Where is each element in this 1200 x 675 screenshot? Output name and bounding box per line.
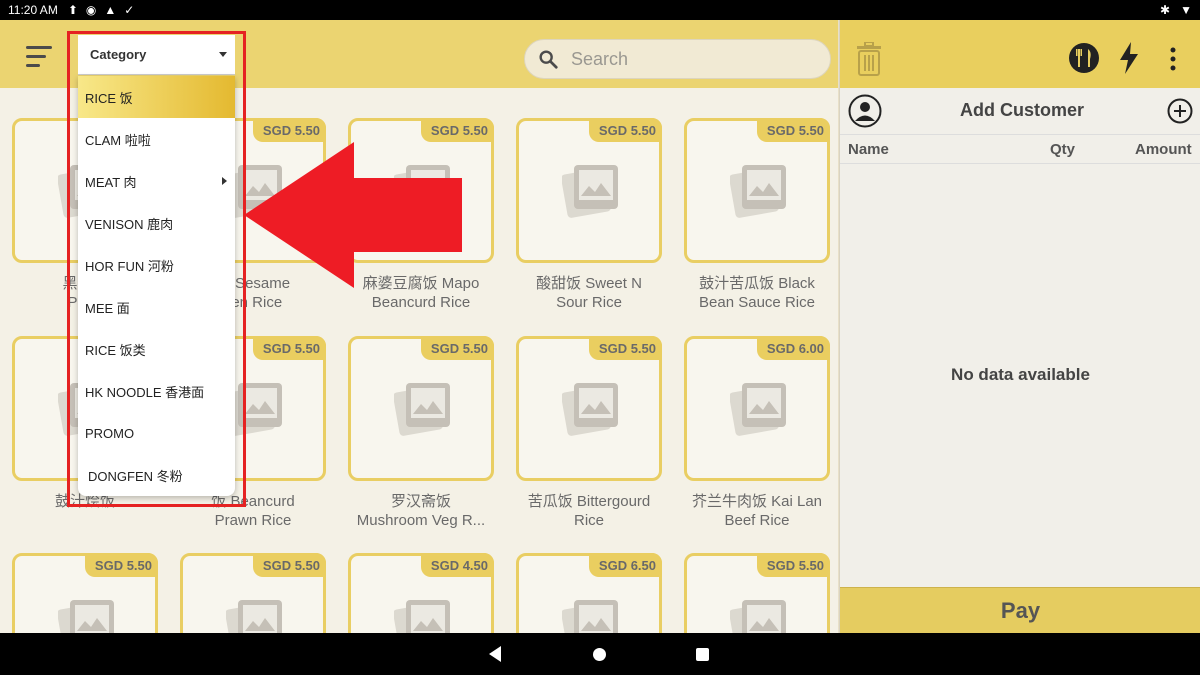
customer-row[interactable]: Add Customer bbox=[840, 88, 1200, 134]
upload-icon: ⬆ bbox=[67, 3, 78, 17]
category-select[interactable]: Category bbox=[78, 35, 235, 75]
category-option-label: HOR FUN 河粉 bbox=[85, 258, 174, 274]
home-icon[interactable] bbox=[593, 648, 606, 661]
category-option-label: PROMO bbox=[85, 425, 135, 441]
warning-icon: ▲ bbox=[104, 3, 117, 17]
add-customer-plus-icon[interactable] bbox=[1167, 98, 1193, 124]
status-time: 11:20 AM bbox=[8, 3, 58, 17]
category-option[interactable]: MEE 面 bbox=[78, 286, 235, 328]
lightning-icon[interactable] bbox=[1118, 42, 1140, 74]
category-option[interactable]: MEAT 肉 bbox=[78, 160, 235, 202]
submenu-arrow-icon bbox=[222, 177, 227, 185]
category-option-label: MEE 面 bbox=[85, 300, 130, 316]
category-option[interactable]: CLAM 啦啦 bbox=[78, 118, 235, 160]
add-customer-label[interactable]: Add Customer bbox=[960, 100, 1084, 121]
recent-apps-icon[interactable] bbox=[696, 648, 709, 661]
category-option-label: VENISON 鹿肉 bbox=[85, 216, 174, 232]
category-option-label: MEAT 肉 bbox=[85, 174, 137, 190]
category-option[interactable]: PROMO bbox=[78, 412, 235, 454]
more-vertical-icon[interactable] bbox=[1165, 46, 1181, 72]
col-amount: Amount bbox=[1135, 141, 1192, 158]
category-dropdown-list: RICE 饭 CLAM 啦啦 MEAT 肉 VENISON 鹿肉 HOR FUN 河粉 M… bbox=[78, 76, 235, 496]
category-option[interactable]: VENISON 鹿肉 bbox=[78, 202, 235, 244]
check-icon: ✓ bbox=[124, 3, 135, 17]
caret-down-icon bbox=[219, 52, 227, 57]
col-name: Name bbox=[848, 141, 889, 158]
empty-cart-text: No data available bbox=[951, 365, 1090, 384]
category-option-label: HK NOODLE 香港面 bbox=[85, 384, 205, 400]
category-option[interactable]: RICE 饭类 bbox=[78, 328, 235, 370]
category-option[interactable]: DONGFEN 冬粉 bbox=[78, 454, 235, 496]
sync-icon: ◉ bbox=[85, 3, 97, 17]
red-arrow-icon bbox=[244, 142, 462, 288]
pay-button[interactable]: Pay bbox=[840, 587, 1200, 633]
category-option[interactable]: RICE 饭 bbox=[78, 76, 235, 118]
category-option[interactable]: HK NOODLE 香港面 bbox=[78, 370, 235, 412]
category-option-label: DONGFEN 冬粉 bbox=[88, 468, 183, 484]
cart-column-headers: Name Qty Amount bbox=[840, 134, 1200, 164]
cart-toolbar bbox=[840, 20, 1200, 88]
dining-icon[interactable] bbox=[1068, 42, 1100, 74]
cart-panel: Add Customer Name Qty Amount No data ava… bbox=[839, 20, 1200, 633]
android-nav-bar bbox=[0, 633, 1200, 675]
user-avatar-icon bbox=[848, 94, 882, 128]
bluetooth-icon: ✱ bbox=[1160, 3, 1171, 17]
category-option-label: RICE 饭 bbox=[85, 90, 133, 106]
col-qty: Qty bbox=[1050, 141, 1076, 158]
back-icon[interactable] bbox=[489, 646, 501, 662]
category-option[interactable]: HOR FUN 河粉 bbox=[78, 244, 235, 286]
category-option-label: CLAM 啦啦 bbox=[85, 132, 151, 148]
category-select-value: Category bbox=[90, 47, 147, 62]
status-bar: 11:20 AM ⬆ ◉ ▲ ✓ ✱ ▼ bbox=[0, 0, 1200, 20]
category-option-label: RICE 饭类 bbox=[85, 342, 146, 358]
trash-icon[interactable] bbox=[855, 42, 883, 76]
wifi-icon: ▼ bbox=[1180, 3, 1192, 17]
